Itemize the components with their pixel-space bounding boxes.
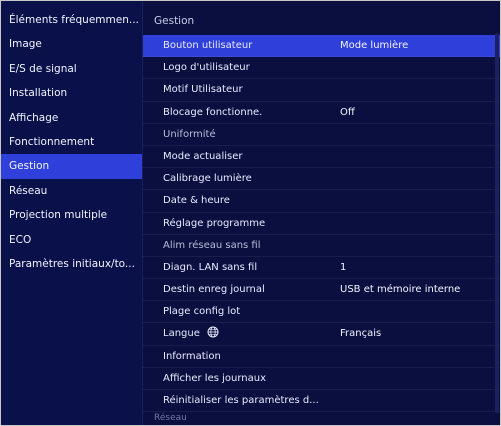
menu-row-wireless-lan-diagnosis[interactable]: Diagn. LAN sans fil 1	[143, 257, 500, 280]
sidebar-item-multi-projection[interactable]: Projection multiple	[1, 203, 142, 227]
menu-row-light-calibration[interactable]: Calibrage lumière	[143, 168, 500, 191]
menu-row-log-destination[interactable]: Destin enreg journal USB et mémoire inte…	[143, 279, 500, 302]
sidebar: Éléments fréquemmen... Image E/S de sign…	[1, 1, 142, 425]
row-label: Afficher les journaux	[163, 372, 266, 384]
main-panel: Gestion Bouton utilisateur Mode lumière …	[142, 1, 500, 425]
row-value: Off	[340, 106, 355, 118]
menu-row-language[interactable]: Langue Français	[143, 323, 500, 346]
sidebar-item-eco[interactable]: ECO	[1, 228, 142, 252]
menu-row-user-logo[interactable]: Logo d'utilisateur	[143, 57, 500, 80]
row-label: Mode actualiser	[163, 150, 243, 162]
sidebar-item-management[interactable]: Gestion	[1, 154, 142, 179]
row-label: Blocage fonctionne.	[163, 106, 263, 118]
menu-row-date-time[interactable]: Date & heure	[143, 190, 500, 213]
sidebar-item-operation[interactable]: Fonctionnement	[1, 130, 142, 154]
row-label: Information	[163, 350, 221, 362]
row-label: Date & heure	[163, 195, 230, 207]
menu-row-information[interactable]: Information	[143, 346, 500, 368]
menu-row-user-button[interactable]: Bouton utilisateur Mode lumière	[143, 35, 500, 58]
scrollbar[interactable]	[495, 33, 499, 413]
menu-row-operation-lock[interactable]: Blocage fonctionne. Off	[143, 102, 500, 124]
sidebar-item-image[interactable]: Image	[1, 32, 142, 56]
row-label: Diagn. LAN sans fil	[163, 261, 258, 273]
row-label: Destin enreg journal	[163, 284, 265, 296]
row-value: USB et mémoire interne	[340, 284, 461, 296]
sidebar-item-installation[interactable]: Installation	[1, 81, 142, 105]
menu-row-refresh-mode[interactable]: Mode actualiser	[143, 146, 500, 169]
row-label: Uniformité	[163, 128, 216, 140]
row-label: Plage config lot	[163, 306, 241, 318]
menu-row-uniformity[interactable]: Uniformité	[143, 124, 500, 146]
sidebar-item-signal-io[interactable]: E/S de signal	[1, 57, 142, 81]
sidebar-item-initial-settings[interactable]: Paramètres initiaux/to...	[1, 252, 142, 276]
next-section-label: Réseau	[154, 413, 187, 423]
globe-icon	[207, 326, 219, 338]
menu-row-wireless-power[interactable]: Alim réseau sans fil	[143, 235, 500, 257]
menu-row-schedule-settings[interactable]: Réglage programme	[143, 213, 500, 235]
menu-row-display-logs[interactable]: Afficher les journaux	[143, 368, 500, 390]
row-value: Mode lumière	[340, 40, 409, 51]
sidebar-item-frequent[interactable]: Éléments fréquemmen...	[1, 8, 142, 32]
row-label: Alim réseau sans fil	[163, 239, 261, 251]
menu-row-batch-setup-range[interactable]: Plage config lot	[143, 301, 500, 324]
row-label: Calibrage lumière	[163, 173, 252, 185]
row-label: Bouton utilisateur	[163, 40, 253, 51]
sidebar-item-display[interactable]: Affichage	[1, 106, 142, 130]
row-label: Motif Utilisateur	[163, 84, 243, 96]
row-value: 1	[340, 261, 347, 273]
menu-row-user-pattern[interactable]: Motif Utilisateur	[143, 79, 500, 102]
section-title: Gestion	[154, 15, 195, 27]
row-label: Logo d'utilisateur	[163, 62, 250, 74]
row-label: Réglage programme	[163, 217, 266, 229]
sidebar-item-network[interactable]: Réseau	[1, 179, 142, 203]
row-label: Réinitialiser les paramètres d...	[163, 395, 319, 406]
row-label: Langue	[163, 328, 200, 340]
menu-row-reset-settings[interactable]: Réinitialiser les paramètres d...	[143, 390, 500, 413]
row-value: Français	[340, 328, 382, 340]
projector-menu: Éléments fréquemmen... Image E/S de sign…	[0, 0, 501, 426]
